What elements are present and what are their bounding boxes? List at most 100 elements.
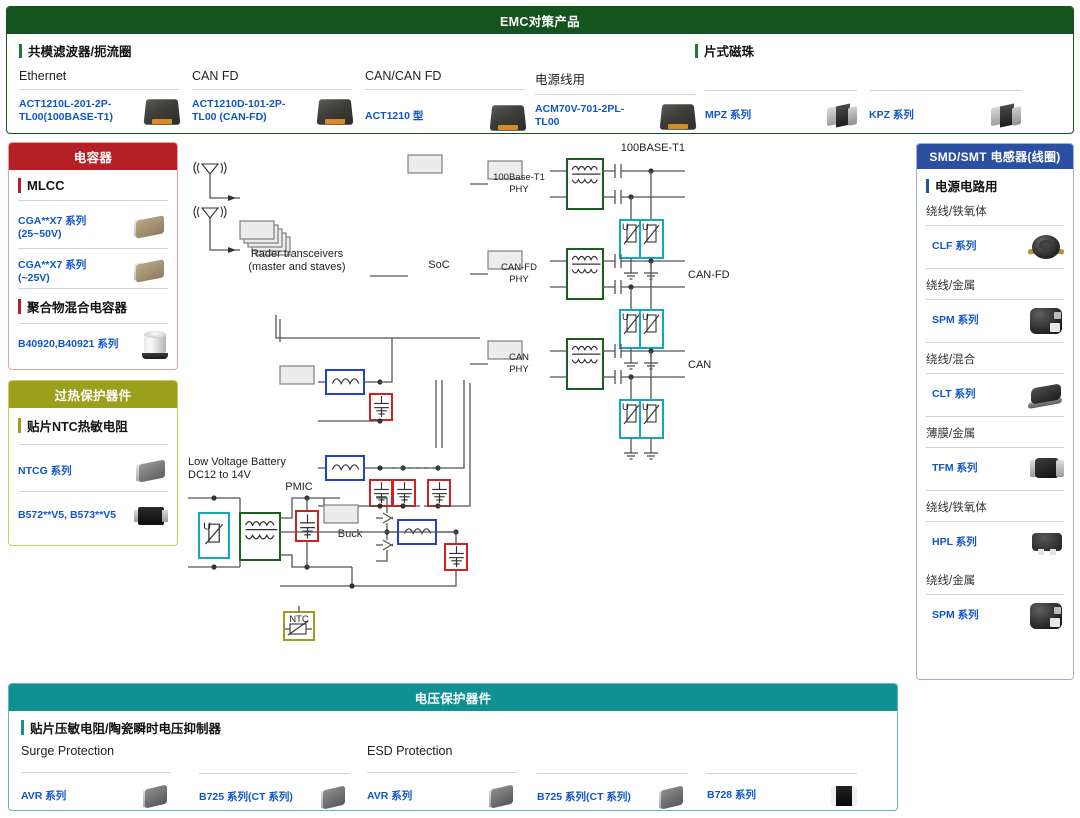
inductor-part-number[interactable]: CLF 系列 bbox=[926, 240, 976, 253]
net-label-can: CAN bbox=[688, 359, 711, 371]
divider bbox=[18, 200, 168, 201]
divider bbox=[19, 89, 179, 90]
thin-film-inductor-icon bbox=[1030, 457, 1064, 481]
antenna-icon bbox=[193, 205, 227, 229]
phy1-label-line2: PHY bbox=[509, 184, 529, 195]
inductor-group: 电源电路用 bbox=[926, 176, 1064, 195]
varistor-icon bbox=[659, 785, 687, 810]
inductor-item[interactable]: CLF 系列 bbox=[926, 226, 1065, 268]
phy2-label-line1: CAN-FD bbox=[501, 262, 537, 273]
emc-panel: EMC对策产品 共模滤波器/扼流圈 片式磁珠 Ethernet ACT1210L… bbox=[6, 6, 1074, 134]
varistor-icon bbox=[489, 784, 517, 809]
antenna-icon bbox=[193, 161, 227, 185]
polymer-can-icon bbox=[142, 331, 168, 359]
cmc-icon bbox=[659, 103, 697, 132]
inductor-item[interactable]: CLT 系列 bbox=[926, 374, 1064, 416]
capacitor-item[interactable]: CGA**X7 系列 (~25V) bbox=[18, 256, 168, 288]
emc-column[interactable]: Ethernet ACT1210L-201-2P-TL00(100BASE-T1… bbox=[19, 69, 181, 127]
emc-part-number[interactable]: ACT1210D-101-2P-TL00 (CAN-FD) bbox=[192, 98, 297, 124]
emc-column[interactable]: KPZ 系列 bbox=[869, 69, 1021, 128]
inductor-item[interactable]: SPM 系列 bbox=[926, 595, 1064, 637]
flat-inductor-icon bbox=[1028, 383, 1064, 409]
varistor-icon bbox=[143, 784, 171, 809]
cmc-icon bbox=[489, 104, 527, 132]
thermal-part-number[interactable]: B572**V5, B573**V5 bbox=[18, 509, 123, 522]
inductor-part-number[interactable]: TFM 系列 bbox=[926, 462, 978, 475]
voltage-group: 贴片压敏电阻/陶瓷瞬时电压抑制器 bbox=[21, 718, 221, 737]
voltage-group-label: 贴片压敏电阻/陶瓷瞬时电压抑制器 bbox=[30, 722, 221, 736]
divider bbox=[707, 773, 857, 774]
capacitor-part-number[interactable]: CGA**X7 系列 (~25V) bbox=[18, 259, 118, 285]
inductor-part-number[interactable]: SPM 系列 bbox=[926, 314, 979, 327]
varistor-icon bbox=[321, 785, 349, 810]
voltage-part-number[interactable]: B728 系列 bbox=[707, 789, 756, 802]
net-label-canfd: CAN-FD bbox=[688, 269, 730, 281]
inductor-item[interactable]: TFM 系列 bbox=[926, 448, 1064, 490]
inductor-part-number[interactable]: HPL 系列 bbox=[926, 536, 977, 549]
emc-column-head: Ethernet bbox=[19, 69, 67, 83]
voltage-column[interactable]: B725 系列(CT 系列) bbox=[199, 744, 349, 810]
capacitor-section-label: MLCC bbox=[27, 178, 65, 193]
divider bbox=[869, 90, 1021, 91]
inductor-subtype: 绕线/铁氧体 bbox=[926, 206, 987, 218]
voltage-column-head bbox=[707, 744, 857, 759]
emc-part-number[interactable]: ACT1210L-201-2P-TL00(100BASE-T1) bbox=[19, 98, 124, 124]
emc-part-number[interactable]: ACT1210 型 bbox=[365, 110, 470, 123]
divider bbox=[21, 772, 171, 773]
inductor-part-number[interactable]: CLT 系列 bbox=[926, 388, 976, 401]
emc-part-number[interactable]: ACM70V-701-2PL-TL00 bbox=[535, 103, 640, 129]
group-tick-icon bbox=[19, 43, 22, 58]
capacitor-panel: 电容器 MLCC CGA**X7 系列 (25~50V) CGA**X7 系列 … bbox=[8, 142, 178, 370]
inductor-subtype: 绕线/金属 bbox=[926, 280, 976, 292]
hpl-inductor-icon bbox=[1030, 531, 1064, 555]
divider bbox=[926, 342, 1064, 343]
phy1-label-line1: 100Base-T1 bbox=[493, 172, 545, 183]
voltage-part-number[interactable]: B725 系列(CT 系列) bbox=[199, 791, 293, 804]
voltage-part-number[interactable]: AVR 系列 bbox=[21, 790, 66, 803]
voltage-protection-panel: 电压保护器件 贴片压敏电阻/陶瓷瞬时电压抑制器 Surge Protection… bbox=[8, 683, 898, 811]
divider bbox=[926, 268, 1064, 269]
voltage-column-head bbox=[537, 744, 687, 759]
capacitor-part-number[interactable]: B40920,B40921 系列 bbox=[18, 338, 123, 351]
divider bbox=[18, 491, 168, 492]
voltage-column-head: ESD Protection bbox=[367, 744, 453, 758]
thermal-panel: 过热保护器件 贴片NTC热敏电阻 NTCG 系列 B572**V5, B573*… bbox=[8, 380, 178, 546]
voltage-part-number[interactable]: AVR 系列 bbox=[367, 790, 412, 803]
thermal-part-number[interactable]: NTCG 系列 bbox=[18, 465, 114, 478]
emc-column-head: CAN/CAN FD bbox=[365, 69, 442, 83]
capacitor-item[interactable]: B40920,B40921 系列 bbox=[18, 329, 168, 361]
inductor-part-number[interactable]: SPM 系列 bbox=[926, 609, 979, 622]
voltage-part-number[interactable]: B725 系列(CT 系列) bbox=[537, 791, 631, 804]
divider bbox=[705, 90, 857, 91]
voltage-panel-title: 电压保护器件 bbox=[9, 684, 897, 711]
section-tick-icon bbox=[18, 178, 21, 193]
divider bbox=[365, 89, 525, 90]
emc-part-number[interactable]: KPZ 系列 bbox=[869, 109, 969, 122]
emc-column[interactable]: MPZ 系列 bbox=[705, 69, 857, 128]
ground-icon bbox=[643, 447, 659, 460]
divider bbox=[18, 248, 168, 249]
ntc-chip-icon bbox=[136, 459, 168, 483]
emc-column[interactable]: CAN FD ACT1210D-101-2P-TL00 (CAN-FD) bbox=[192, 69, 354, 127]
voltage-column[interactable]: ESD Protection AVR 系列 bbox=[367, 744, 517, 809]
thermal-item[interactable]: NTCG 系列 bbox=[18, 453, 168, 491]
emc-part-number[interactable]: MPZ 系列 bbox=[705, 109, 805, 122]
inductor-item[interactable]: HPL 系列 bbox=[926, 522, 1064, 564]
ntc-symbol-label: NTC bbox=[289, 614, 309, 625]
voltage-column-head bbox=[199, 744, 349, 759]
inductor-item[interactable]: SPM 系列 bbox=[926, 300, 1064, 342]
thermal-item[interactable]: B572**V5, B573**V5 bbox=[18, 502, 168, 530]
capacitor-part-number[interactable]: CGA**X7 系列 (25~50V) bbox=[18, 215, 114, 241]
emc-column[interactable]: CAN/CAN FD ACT1210 型 bbox=[365, 69, 527, 132]
voltage-column[interactable]: Surge Protection AVR 系列 bbox=[21, 744, 171, 809]
inductor-subtype: 绕线/金属 bbox=[926, 575, 976, 587]
capacitor-item[interactable]: CGA**X7 系列 (25~50V) bbox=[18, 208, 168, 248]
voltage-column[interactable]: B728 系列 bbox=[707, 744, 857, 806]
round-power-inductor-icon bbox=[1027, 232, 1065, 262]
emc-column[interactable]: 电源线用 ACM70V-701-2PL-TL00 bbox=[535, 69, 697, 132]
inductor-subtype: 薄膜/金属 bbox=[926, 428, 976, 440]
bead-icon bbox=[991, 103, 1021, 128]
ground-icon bbox=[623, 267, 639, 280]
voltage-column[interactable]: B725 系列(CT 系列) bbox=[537, 744, 687, 810]
battery-label-line1: Low Voltage Battery bbox=[188, 456, 286, 468]
